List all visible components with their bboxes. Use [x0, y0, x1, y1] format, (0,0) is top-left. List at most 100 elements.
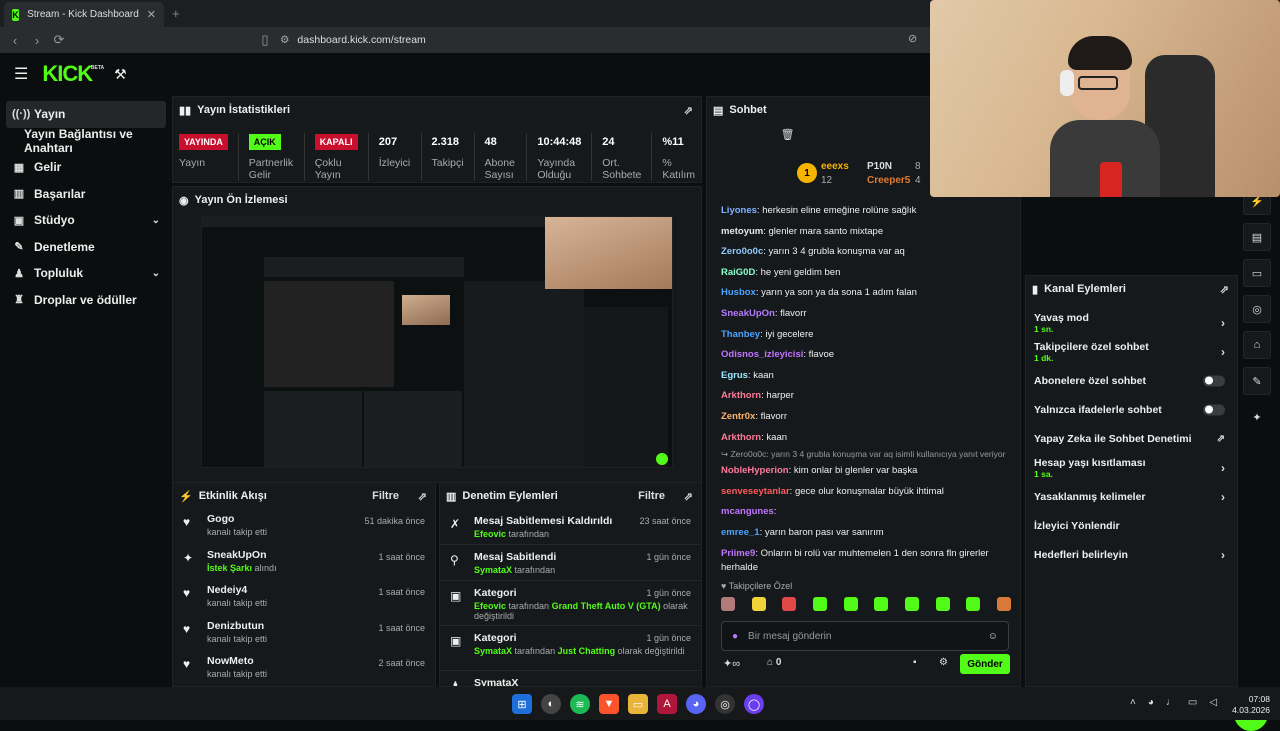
chat-username[interactable]: metoyum	[721, 226, 763, 237]
ai-moderation-row[interactable]: Yapay Zeka ile Sohbet Denetimi ⇗	[1026, 424, 1237, 453]
raid-row[interactable]: İzleyici Yönlendir	[1026, 511, 1237, 540]
broadcast-icon[interactable]: ◎	[1243, 295, 1271, 323]
emote-icon[interactable]	[843, 597, 858, 611]
discord-tray-icon[interactable]: ◕	[1148, 697, 1154, 708]
display-icon[interactable]: ▭	[1188, 697, 1197, 708]
chat-username[interactable]: Zero0o0c	[721, 246, 763, 257]
chat-username[interactable]: mcangunes	[721, 506, 774, 517]
emote-icon[interactable]	[904, 597, 919, 611]
app-icon[interactable]: ◐	[541, 694, 561, 714]
chat-username[interactable]: emree_1	[721, 527, 760, 538]
sidebar-item-basarilar[interactable]: ▥ Başarılar	[6, 181, 166, 208]
chat-username[interactable]: Priime9	[721, 548, 755, 559]
settings-icon[interactable]: ⚙	[939, 657, 948, 668]
acrobat-icon[interactable]: A	[657, 694, 677, 714]
sidebar-item-stream-key[interactable]: Yayın Bağlantısı ve Anahtarı	[6, 127, 166, 155]
url-field[interactable]: ⚙ dashboard.kick.com/stream	[280, 31, 930, 49]
chat-username[interactable]: Thanbey	[721, 329, 760, 340]
back-icon[interactable]: ‹	[4, 33, 26, 48]
obs-icon[interactable]: ◎	[715, 694, 735, 714]
chat-username[interactable]: Husbox	[721, 287, 756, 298]
followers-only-row[interactable]: Takipçilere özel sohbet 1 dk. ›	[1026, 337, 1237, 366]
volume-icon[interactable]: ◁	[1209, 697, 1217, 708]
tracking-icon[interactable]: ⊘	[908, 32, 917, 45]
emote-icon[interactable]	[812, 597, 827, 611]
sidebar-item-droplar[interactable]: ♜ Droplar ve ödüller	[6, 287, 166, 314]
trash-icon[interactable]: 🗑	[781, 128, 795, 141]
popout-icon[interactable]: ⇗	[418, 490, 427, 503]
activity-filter-button[interactable]: Filtre	[372, 490, 399, 502]
followers-only-label: ♥ Takipçilere Özel	[721, 581, 793, 591]
slow-mode-row[interactable]: Yavaş mod 1 sn. ›	[1026, 308, 1237, 337]
chat-options-icon[interactable]: ▪	[913, 657, 917, 668]
points-icon[interactable]: ✦	[1243, 403, 1271, 431]
hammer-icon[interactable]: ⚒	[114, 66, 127, 83]
chat-username[interactable]: senveseytanlar	[721, 486, 790, 497]
emote-icon[interactable]	[996, 597, 1011, 611]
chat-username[interactable]: Zentr0x	[721, 411, 755, 422]
kick-logo[interactable]: KICK BETA	[42, 61, 104, 87]
mic-icon[interactable]: ●	[732, 631, 738, 642]
chat-input[interactable]: ● Bir mesaj gönderin ☺	[721, 621, 1009, 651]
menu-icon[interactable]: ☰	[14, 64, 28, 84]
site-info-icon[interactable]: ⚙	[280, 34, 289, 46]
new-tab-button[interactable]: +	[172, 6, 180, 21]
sidebar-item-denetleme[interactable]: ✎ Denetleme	[6, 234, 166, 261]
sidebar-item-studyo[interactable]: ▣ Stüdyo ⌄	[6, 207, 166, 234]
chat-username[interactable]: Arkthorn	[721, 432, 761, 443]
emote-only-toggle[interactable]	[1203, 404, 1225, 415]
send-button[interactable]: Gönder	[960, 654, 1010, 674]
emoji-icon[interactable]: ☺	[988, 631, 998, 642]
stream-preview[interactable]	[201, 216, 673, 468]
chat-icon[interactable]: ▭	[1243, 259, 1271, 287]
emote-icon[interactable]	[966, 597, 981, 611]
banned-words-row[interactable]: Yasaklanmış kelimeler ›	[1026, 482, 1237, 511]
stat-subs: 48 Abone Sayısı	[484, 136, 515, 181]
emote-icon[interactable]	[721, 597, 735, 611]
sidebar-item-topluluk[interactable]: ♟ Topluluk ⌄	[6, 260, 166, 287]
document-icon[interactable]: ▤	[1243, 223, 1271, 251]
wrench-icon[interactable]: ✎	[1243, 367, 1271, 395]
stats-panel: ▮▮ Yayın İstatistikleri ⇗ YAYINDA Yayın A…	[172, 96, 702, 183]
goals-row[interactable]: Hedefleri belirleyin ›	[1026, 540, 1237, 569]
emote-icon[interactable]	[874, 597, 889, 611]
chat-username[interactable]: Odisnos_izleyicisi	[721, 349, 803, 360]
popout-icon[interactable]: ⇗	[684, 490, 693, 503]
moderation-filter-button[interactable]: Filtre	[638, 490, 665, 502]
reload-icon[interactable]: ⟳	[48, 32, 70, 48]
tab-close-icon[interactable]: ✕	[147, 8, 156, 21]
app-icon[interactable]: ◯	[744, 694, 764, 714]
chat-message: Priime9: Onların bi rolü var muhtemelen …	[721, 547, 989, 573]
gift-icon[interactable]: ⌂	[1243, 331, 1271, 359]
system-clock[interactable]: 07:08 4.03.2026	[1230, 694, 1270, 716]
heart-icon: ♥	[183, 586, 191, 600]
emote-icon[interactable]	[751, 597, 766, 611]
browser-tab[interactable]: K Stream - Kick Dashboard ✕	[4, 2, 164, 27]
subs-only-toggle[interactable]	[1203, 375, 1225, 386]
folder-icon[interactable]: ▭	[628, 694, 648, 714]
points-icon[interactable]: ✦∞	[723, 657, 740, 670]
emote-icon[interactable]	[935, 597, 950, 611]
forward-icon[interactable]: ›	[26, 33, 48, 48]
chat-username[interactable]: NobleHyperion	[721, 465, 789, 476]
account-age-row[interactable]: Hesap yaşı kısıtlaması 1 sa. ›	[1026, 453, 1237, 482]
chevron-up-icon[interactable]: ˄	[1130, 697, 1136, 708]
chat-username[interactable]: RaiG0D	[721, 267, 755, 278]
emote-icon[interactable]	[782, 597, 797, 611]
chevron-right-icon: ›	[1221, 547, 1225, 562]
popout-icon[interactable]: ⇗	[1220, 283, 1229, 296]
popout-icon[interactable]: ⇗	[684, 104, 693, 117]
bookmark-icon[interactable]: ▯	[254, 32, 276, 48]
sidebar-item-yayin[interactable]: ((·)) Yayın	[6, 101, 166, 128]
chat-username[interactable]: SneakUpOn	[721, 308, 775, 319]
windows-start-icon[interactable]: ⊞	[512, 694, 532, 714]
brave-icon[interactable]: ▼	[599, 694, 619, 714]
discord-icon[interactable]: ◕	[686, 694, 706, 714]
chat-username[interactable]: Arkthorn	[721, 390, 761, 401]
sidebar-item-gelir[interactable]: ▦ Gelir	[6, 154, 166, 181]
mic-icon[interactable]: ♩	[1166, 697, 1176, 708]
chat-username[interactable]: Liyones	[721, 205, 757, 216]
actions-header: ▮ Kanal Eylemleri ⇗	[1026, 276, 1237, 302]
chat-username[interactable]: Egrus	[721, 370, 748, 381]
spotify-icon[interactable]: ≋	[570, 694, 590, 714]
